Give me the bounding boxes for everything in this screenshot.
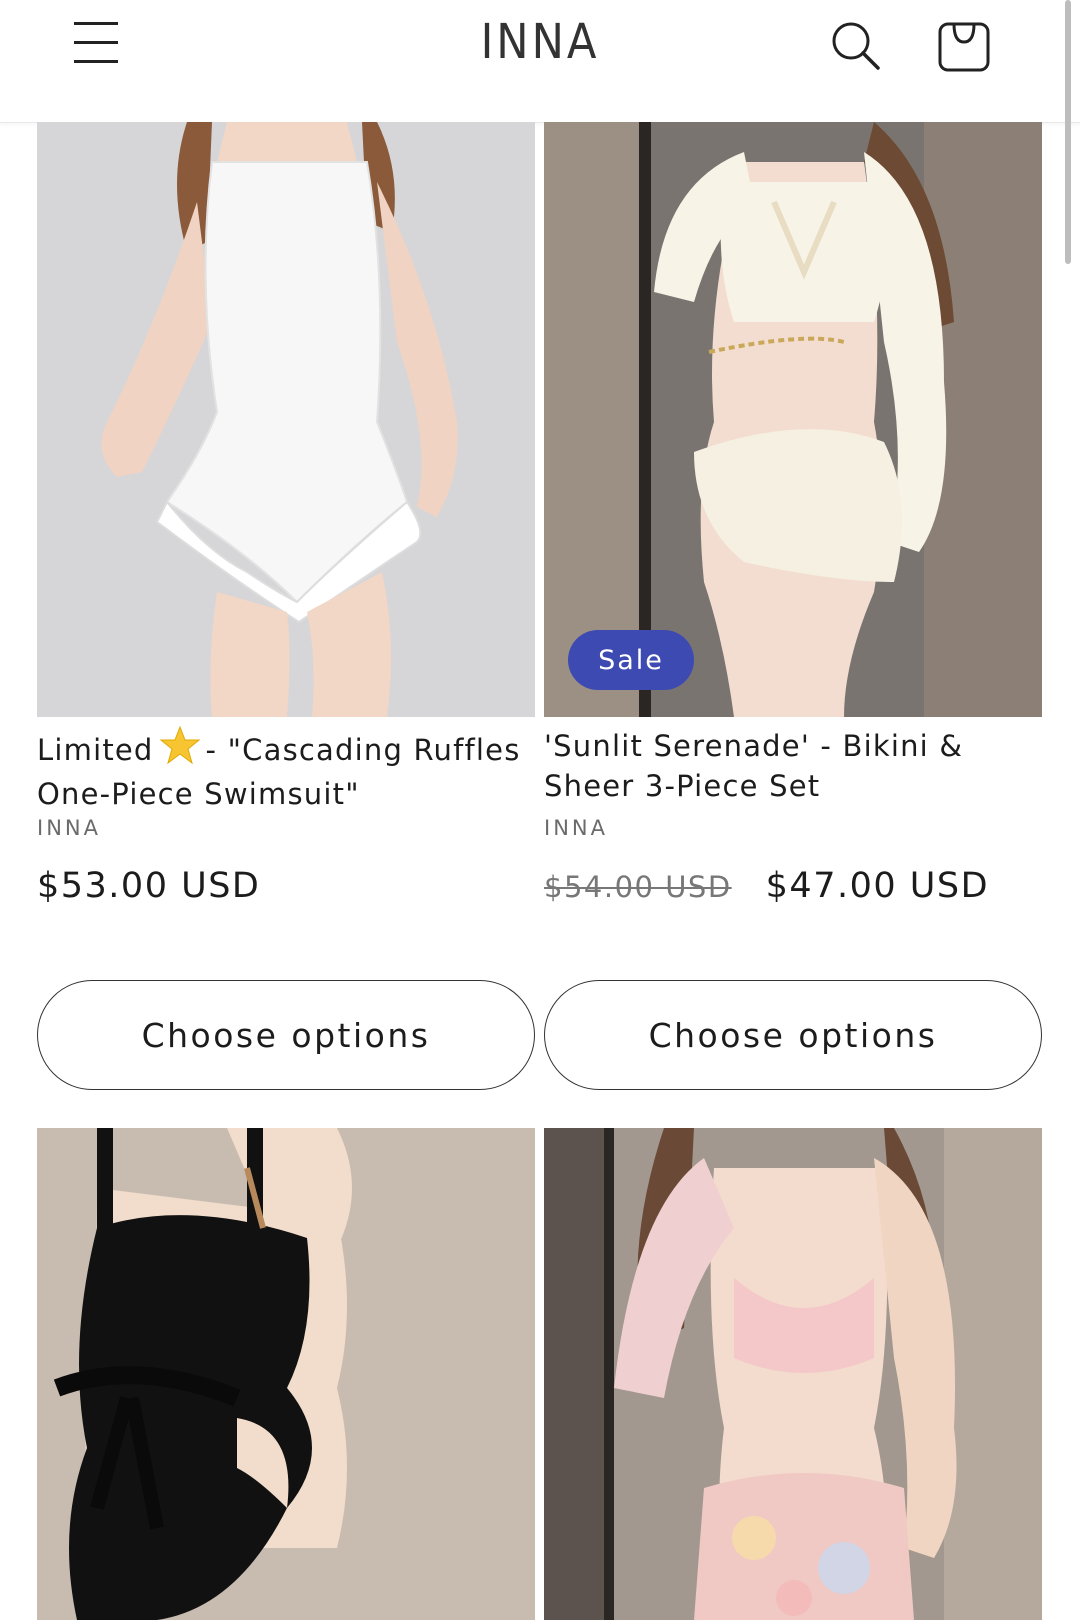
- product-image-floral-bikini-set[interactable]: [544, 1128, 1042, 1620]
- product-card[interactable]: [544, 1128, 1042, 1620]
- product-image-cream-bikini-set[interactable]: Sale: [544, 122, 1042, 717]
- choose-options-button[interactable]: Choose options: [544, 980, 1042, 1090]
- product-vendor: INNA: [544, 816, 608, 840]
- store-logo[interactable]: INNA: [0, 14, 1080, 70]
- choose-options-button[interactable]: Choose options: [37, 980, 535, 1090]
- sale-badge: Sale: [568, 630, 694, 690]
- sale-price: $47.00 USD: [765, 866, 990, 906]
- product-image-white-ruffle-swimsuit[interactable]: [37, 122, 535, 717]
- cart-icon[interactable]: [936, 16, 992, 74]
- site-header: INNA: [0, 0, 1080, 123]
- product-title-prefix: Limited: [37, 733, 154, 767]
- product-title[interactable]: 'Sunlit Serenade' - Bikini & Sheer 3-Pie…: [544, 726, 1042, 806]
- compare-at-price: $54.00 USD: [544, 870, 732, 904]
- product-card[interactable]: Sale 'Sunlit Serenade' - Bikini & Sheer …: [544, 122, 1042, 1090]
- product-vendor: INNA: [37, 816, 101, 840]
- page-scrollbar[interactable]: [1065, 0, 1071, 264]
- product-price: $53.00 USD: [37, 866, 261, 906]
- product-title[interactable]: Limited - "Cascading Ruffles One-Piece Sw…: [37, 725, 535, 814]
- product-image-black-cutout-swimsuit[interactable]: [37, 1128, 535, 1620]
- product-card[interactable]: Limited - "Cascading Ruffles One-Piece Sw…: [37, 122, 535, 1090]
- search-icon[interactable]: [828, 18, 884, 74]
- product-card[interactable]: [37, 1128, 535, 1620]
- product-price: $54.00 USD $47.00 USD: [544, 866, 989, 906]
- star-icon: [159, 725, 200, 774]
